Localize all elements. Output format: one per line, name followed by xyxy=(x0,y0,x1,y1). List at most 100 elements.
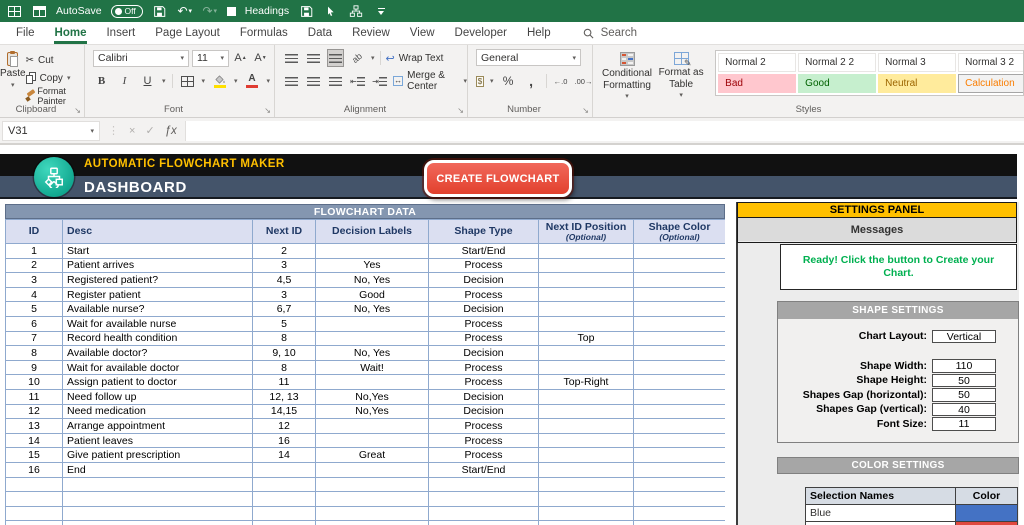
cell-next-id-position[interactable] xyxy=(538,301,634,317)
cell-next-id[interactable] xyxy=(252,520,316,525)
cell-next-id[interactable]: 2 xyxy=(252,243,316,259)
cell-id[interactable]: 9 xyxy=(5,359,63,376)
cell-decision-labels[interactable] xyxy=(315,418,429,434)
cell-id[interactable]: 8 xyxy=(5,345,63,361)
fill-color-caret[interactable]: ▾ xyxy=(234,77,238,85)
cell-decision-labels[interactable]: No, Yes xyxy=(315,272,429,288)
color-name-cell[interactable]: Blue xyxy=(805,504,956,522)
cell-shape-type[interactable]: Decision xyxy=(428,403,539,420)
cell-next-id-position[interactable] xyxy=(538,418,634,434)
save-icon[interactable] xyxy=(152,3,168,19)
cell-shape-type[interactable]: Process xyxy=(428,418,539,434)
insert-function-icon[interactable]: ƒx xyxy=(165,125,177,137)
accounting-format-icon[interactable]: $ xyxy=(476,75,485,87)
cell-shape-type[interactable]: Decision xyxy=(428,345,539,361)
cell-decision-labels[interactable] xyxy=(315,520,429,525)
cell-next-id[interactable]: 4,5 xyxy=(252,272,316,288)
col-header-id[interactable]: ID xyxy=(5,219,63,244)
cell-shape-color[interactable] xyxy=(633,491,726,507)
col-header-color[interactable]: Color xyxy=(955,487,1018,505)
cell-next-id-position[interactable] xyxy=(538,447,634,463)
cell-shape-color[interactable] xyxy=(633,461,726,478)
setting-value-input[interactable]: 110 xyxy=(932,359,996,373)
cell-desc[interactable]: Registered patient? xyxy=(62,272,253,288)
cell-desc[interactable] xyxy=(62,491,253,507)
cell-id[interactable]: 14 xyxy=(5,432,63,449)
cell-shape-color[interactable] xyxy=(633,374,726,390)
number-format-combo[interactable]: General ▾ xyxy=(476,49,581,66)
cell-shape-color[interactable] xyxy=(633,243,726,259)
bold-button[interactable]: B xyxy=(93,72,110,90)
cell-desc[interactable] xyxy=(62,520,253,525)
cell-decision-labels[interactable] xyxy=(315,432,429,449)
decrease-indent-button[interactable]: ⇤ xyxy=(349,72,366,90)
align-center-button[interactable] xyxy=(305,72,322,90)
cell-shape-color[interactable] xyxy=(633,447,726,463)
font-color-button[interactable]: A xyxy=(244,72,261,90)
cell-next-id[interactable] xyxy=(252,461,316,478)
number-dialog-launcher-icon[interactable]: ↘ xyxy=(582,106,589,115)
cell-next-id-position[interactable] xyxy=(538,432,634,449)
cell-shape-type[interactable]: Process xyxy=(428,374,539,390)
cell-shape-color[interactable] xyxy=(633,520,726,525)
cell-next-id-position[interactable] xyxy=(538,272,634,288)
orientation-caret[interactable]: ▾ xyxy=(371,54,375,62)
font-name-combo[interactable]: Calibri ▾ xyxy=(93,49,189,67)
align-left-button[interactable] xyxy=(283,72,300,90)
cell-desc[interactable]: Record health condition xyxy=(62,330,253,347)
save-icon-2[interactable] xyxy=(298,3,314,19)
paste-dropdown-caret[interactable]: ▾ xyxy=(11,82,15,90)
font-size-combo[interactable]: 11 ▾ xyxy=(192,49,229,67)
cell-decision-labels[interactable] xyxy=(315,505,429,522)
setting-value-input[interactable]: 11 xyxy=(932,417,996,431)
cell-shape-type[interactable] xyxy=(428,491,539,507)
cell-next-id-position[interactable] xyxy=(538,491,634,507)
cell-desc[interactable] xyxy=(62,476,253,493)
cell-decision-labels[interactable] xyxy=(315,461,429,478)
redo-button[interactable]: ↷ ▾ xyxy=(202,3,218,19)
cell-id[interactable] xyxy=(5,491,63,507)
fill-color-button[interactable] xyxy=(211,72,228,90)
search-control[interactable]: Search xyxy=(583,27,637,39)
cell-next-id-position[interactable] xyxy=(538,476,634,493)
cell-shape-type[interactable] xyxy=(428,476,539,493)
cell-next-id[interactable] xyxy=(252,491,316,507)
cell-id[interactable]: 10 xyxy=(5,374,63,390)
cell-next-id-position[interactable] xyxy=(538,403,634,420)
cell-shape-color[interactable] xyxy=(633,315,726,332)
cell-style-option[interactable]: Normal 2 2 xyxy=(798,53,877,72)
cell-style-option[interactable]: Good xyxy=(798,74,877,93)
cell-next-id[interactable]: 12 xyxy=(252,418,316,434)
workbook-grid-icon[interactable] xyxy=(6,3,22,19)
cell-shape-color[interactable] xyxy=(633,301,726,317)
underline-button[interactable]: U xyxy=(139,72,156,90)
cell-next-id-position[interactable] xyxy=(538,315,634,332)
cell-shape-type[interactable] xyxy=(428,520,539,525)
create-flowchart-button[interactable]: CREATE FLOWCHART xyxy=(424,160,572,197)
accounting-caret[interactable]: ▾ xyxy=(490,77,494,85)
cell-shape-type[interactable]: Process xyxy=(428,359,539,376)
ribbon-tab[interactable]: Review xyxy=(342,23,400,44)
paste-button[interactable]: Paste ▾ xyxy=(0,49,26,104)
cell-id[interactable]: 11 xyxy=(5,388,63,405)
font-dialog-launcher-icon[interactable]: ↘ xyxy=(264,106,271,115)
cell-id[interactable] xyxy=(5,476,63,493)
cell-style-option[interactable]: Normal 3 2 xyxy=(958,53,1024,72)
cell-decision-labels[interactable]: Good xyxy=(315,286,429,303)
underline-caret[interactable]: ▾ xyxy=(162,77,166,85)
qat-overflow-icon[interactable] xyxy=(373,3,389,19)
percent-style-button[interactable]: % xyxy=(500,72,517,90)
alignment-dialog-launcher-icon[interactable]: ↘ xyxy=(457,106,464,115)
cell-next-id-position[interactable]: Top xyxy=(538,330,634,347)
cut-button[interactable]: ✂ Cut xyxy=(26,52,84,68)
cell-shape-type[interactable]: Process xyxy=(428,257,539,274)
increase-font-size-button[interactable]: A ▲ xyxy=(232,49,249,67)
cell-shape-color[interactable] xyxy=(633,286,726,303)
comma-style-button[interactable]: , xyxy=(523,72,540,90)
setting-value-input[interactable]: 40 xyxy=(932,402,996,416)
cell-desc[interactable] xyxy=(62,505,253,522)
cell-next-id-position[interactable] xyxy=(538,461,634,478)
cell-desc[interactable]: Need follow up xyxy=(62,388,253,405)
col-header-next-id-position[interactable]: Next ID Position (Optional) xyxy=(538,219,634,244)
increase-decimal-button[interactable]: ←.0 xyxy=(552,72,569,90)
